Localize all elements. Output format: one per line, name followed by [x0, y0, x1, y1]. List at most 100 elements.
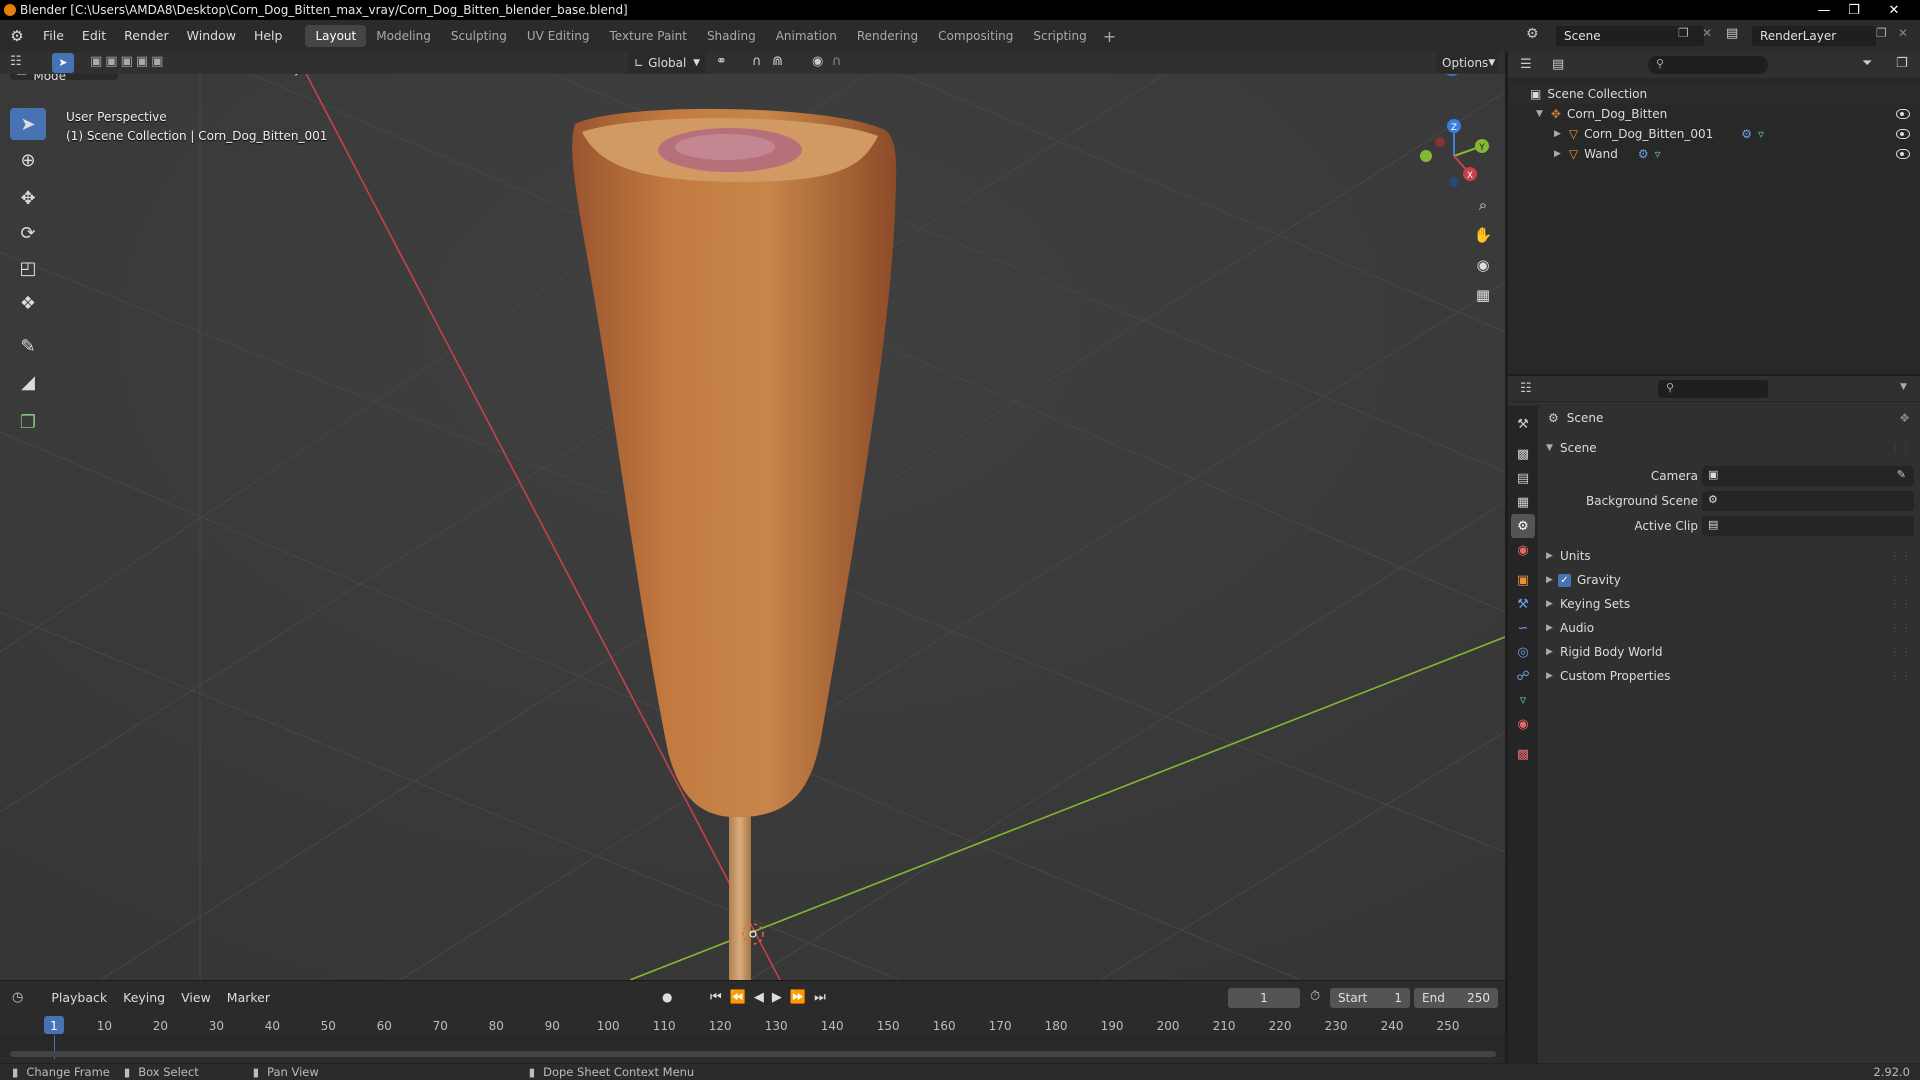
- menu-render[interactable]: Render: [115, 20, 178, 52]
- physics-tab-icon[interactable]: ◎: [1511, 640, 1535, 664]
- play-icon[interactable]: ▶: [768, 990, 786, 1005]
- close-icon[interactable]: ✕: [1880, 0, 1908, 20]
- new-collection-icon[interactable]: ❐: [1896, 56, 1908, 71]
- blender-menu-icon[interactable]: ⚙: [0, 27, 34, 45]
- add-workspace-icon[interactable]: +: [1097, 27, 1122, 46]
- view-layer-field[interactable]: RenderLayer: [1752, 26, 1876, 46]
- add-cube-tool[interactable]: ❐: [10, 406, 46, 438]
- perspective-toggle-icon[interactable]: ▦: [1470, 282, 1496, 308]
- menu-playback[interactable]: Playback: [43, 990, 115, 1005]
- material-tab-icon[interactable]: ◉: [1511, 712, 1535, 736]
- drag-handle-icon[interactable]: ⋮⋮: [1890, 599, 1912, 610]
- current-frame-field[interactable]: 1: [1228, 988, 1300, 1008]
- menu-marker[interactable]: Marker: [219, 990, 278, 1005]
- drag-handle-icon[interactable]: ⋮⋮: [1890, 623, 1912, 634]
- scene-tab-icon[interactable]: ⚙: [1511, 514, 1535, 538]
- orientation-dropdown[interactable]: ∟ Global ▼: [628, 52, 706, 73]
- start-frame-field[interactable]: Start 1: [1330, 988, 1410, 1008]
- selection-mode-icons[interactable]: ▣▣▣▣▣: [90, 54, 166, 69]
- chevron-down-icon[interactable]: ▼: [1900, 382, 1907, 392]
- navigation-gizmo[interactable]: Z Y X: [1414, 112, 1494, 192]
- outliner-panel[interactable]: ☰ ▤ ⚲ ⏷ ❐ ▣ Scene Collection ▼ ✥ Corn_Do…: [1508, 52, 1920, 374]
- object-tab-icon[interactable]: ▣: [1511, 568, 1535, 592]
- tab-compositing[interactable]: Compositing: [928, 25, 1023, 47]
- editor-type-icon[interactable]: ☰: [1520, 57, 1532, 72]
- editor-type-icon[interactable]: ☷: [1520, 381, 1532, 396]
- visibility-eye-icon[interactable]: [1896, 109, 1910, 119]
- menu-timeline-view[interactable]: View: [173, 990, 219, 1005]
- gravity-checkbox[interactable]: ✓: [1558, 573, 1571, 587]
- drag-handle-icon[interactable]: ⋮⋮: [1890, 443, 1912, 454]
- tab-scripting[interactable]: Scripting: [1023, 25, 1096, 47]
- data-tab-icon[interactable]: ▿: [1511, 688, 1535, 712]
- tab-shading[interactable]: Shading: [697, 25, 766, 47]
- annotate-tool[interactable]: ✎: [10, 330, 46, 362]
- next-keyframe-icon[interactable]: ⏩: [786, 990, 810, 1005]
- play-reverse-icon[interactable]: ◀: [750, 990, 768, 1005]
- outliner-row-scene-collection[interactable]: ▣ Scene Collection: [1508, 84, 1920, 104]
- jump-end-icon[interactable]: ⏭: [810, 990, 830, 1005]
- modifier-tab-icon[interactable]: ⚒: [1511, 592, 1535, 616]
- editor-type-icon[interactable]: ☷: [10, 54, 22, 69]
- world-tab-icon[interactable]: ◉: [1511, 538, 1535, 562]
- measure-tool[interactable]: ◢: [10, 366, 46, 398]
- outliner-row-object[interactable]: ▶ ▽ Corn_Dog_Bitten_001 ⚙ ▿: [1508, 124, 1920, 144]
- select-box-tool[interactable]: ➤: [10, 108, 46, 140]
- filter-icon[interactable]: ⏷: [1862, 56, 1872, 71]
- editor-type-icon[interactable]: ◷: [12, 990, 23, 1005]
- audio-panel-header[interactable]: ▶ Audio ⋮⋮: [1538, 616, 1920, 640]
- menu-help[interactable]: Help: [245, 20, 292, 52]
- tab-rendering[interactable]: Rendering: [847, 25, 928, 47]
- eyedropper-icon[interactable]: ✎: [1897, 468, 1906, 481]
- select-tool-icon[interactable]: ➤: [52, 53, 74, 73]
- custom-properties-panel-header[interactable]: ▶ Custom Properties ⋮⋮: [1538, 664, 1920, 688]
- snap-icon[interactable]: ∩: [752, 54, 762, 69]
- timeline-editor[interactable]: ◷ Playback Keying View Marker ● ⏮ ⏪ ◀ ▶ …: [0, 980, 1505, 1063]
- menu-edit[interactable]: Edit: [73, 20, 115, 52]
- transform-tool[interactable]: ❖: [10, 287, 46, 319]
- properties-search-input[interactable]: ⚲: [1658, 380, 1768, 398]
- stopwatch-icon[interactable]: ⏱: [1310, 989, 1320, 1004]
- gravity-panel-header[interactable]: ▶ ✓ Gravity ⋮⋮: [1538, 568, 1920, 592]
- wand-stick[interactable]: [729, 792, 751, 980]
- tab-animation[interactable]: Animation: [766, 25, 847, 47]
- 3d-viewport[interactable]: ▣ Object Mode ▼ View Select Add Object ◉…: [0, 52, 1505, 980]
- pin-icon[interactable]: ❖: [1899, 411, 1910, 425]
- menu-file[interactable]: File: [34, 20, 73, 52]
- properties-panel[interactable]: ☷ ⚲ ▼ ⚒ ▩ ▤ ▦ ⚙ ◉ ▣ ⚒ ∽ ◎ ☍ ▿ ◉ ▩ ⚙ Scen…: [1508, 376, 1920, 1063]
- rotate-tool[interactable]: ⟳: [10, 217, 46, 249]
- menu-keying[interactable]: Keying: [115, 990, 173, 1005]
- scene-icon[interactable]: ⚙: [1526, 26, 1539, 42]
- options-dropdown[interactable]: Options ▼: [1436, 52, 1498, 73]
- zoom-icon[interactable]: ⌕: [1470, 192, 1496, 218]
- drag-handle-icon[interactable]: ⋮⋮: [1890, 575, 1912, 586]
- display-mode-icon[interactable]: ▤: [1552, 57, 1564, 72]
- pan-hand-icon[interactable]: ✋: [1470, 222, 1496, 248]
- record-icon[interactable]: ●: [662, 990, 672, 1004]
- expand-triangle-icon[interactable]: ▶: [1554, 149, 1561, 159]
- outliner-row-object[interactable]: ▶ ▽ Wand ⚙ ▿: [1508, 144, 1920, 164]
- keying-sets-panel-header[interactable]: ▶ Keying Sets ⋮⋮: [1538, 592, 1920, 616]
- move-tool[interactable]: ✥: [10, 182, 46, 214]
- scene-panel-header[interactable]: ▼ Scene ⋮⋮: [1538, 436, 1920, 460]
- expand-triangle-icon[interactable]: ▶: [1554, 129, 1561, 139]
- tool-tab-icon[interactable]: ⚒: [1511, 412, 1535, 436]
- constraints-tab-icon[interactable]: ☍: [1511, 664, 1535, 688]
- drag-handle-icon[interactable]: ⋮⋮: [1890, 647, 1912, 658]
- background-scene-field[interactable]: ⚙: [1702, 491, 1914, 511]
- tab-modeling[interactable]: Modeling: [366, 25, 441, 47]
- restore-icon[interactable]: ❐: [1840, 0, 1868, 20]
- drag-handle-icon[interactable]: ⋮⋮: [1890, 551, 1912, 562]
- end-frame-field[interactable]: End 250: [1414, 988, 1498, 1008]
- tab-uv-editing[interactable]: UV Editing: [517, 25, 600, 47]
- view-layer-icon[interactable]: ▤: [1726, 26, 1738, 41]
- snap-target-icon[interactable]: ⋒: [772, 54, 783, 69]
- visibility-eye-icon[interactable]: [1896, 129, 1910, 139]
- delete-scene-icon[interactable]: ✕: [1702, 26, 1712, 40]
- delete-view-layer-icon[interactable]: ✕: [1898, 26, 1908, 40]
- jump-start-icon[interactable]: ⏮: [706, 990, 726, 1005]
- scale-tool[interactable]: ◰: [10, 252, 46, 284]
- render-tab-icon[interactable]: ▩: [1511, 442, 1535, 466]
- falloff-icon[interactable]: ∩: [832, 54, 842, 69]
- pivot-icon[interactable]: ⚭: [716, 54, 727, 69]
